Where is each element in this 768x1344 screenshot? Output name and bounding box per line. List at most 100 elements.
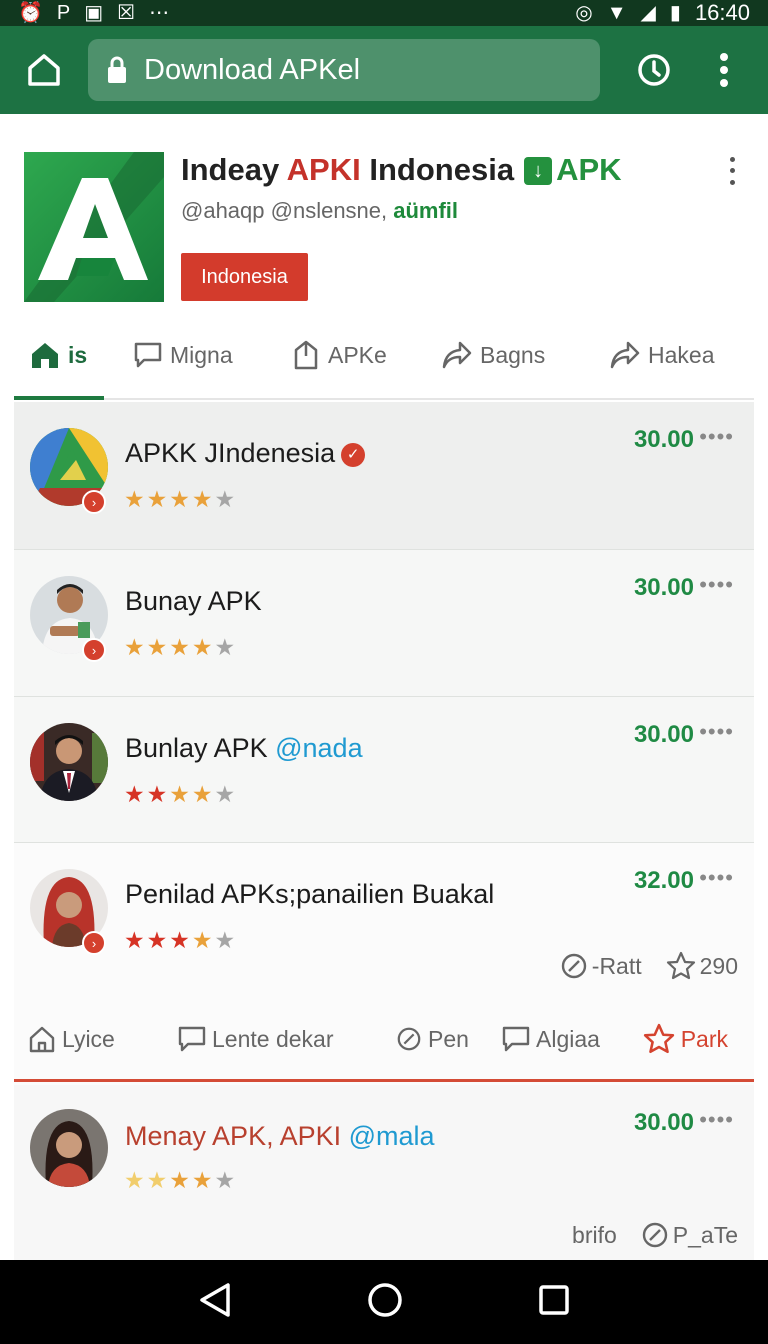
item-actions: Lyice Lente dekar Pen Algiaa Park xyxy=(14,1009,754,1069)
more-horizontal-icon[interactable]: •••• xyxy=(699,719,734,745)
image-icon: ▣ xyxy=(84,2,104,24)
battery-icon: ▮ xyxy=(669,2,681,24)
star-rating: ★★★★★ xyxy=(124,634,238,660)
avatar xyxy=(30,723,108,801)
clock-icon xyxy=(638,54,670,86)
back-icon xyxy=(199,1282,230,1317)
signal-icon: ◢ xyxy=(640,2,656,24)
action-lente-dekar[interactable]: Lente dekar xyxy=(164,1025,382,1053)
app-subtitle: @ahaqp @nslensne, aümfil xyxy=(181,198,459,223)
alarm-clock-icon: ◎ xyxy=(575,2,593,24)
more-horizontal-icon[interactable]: •••• xyxy=(699,424,734,450)
action-pen[interactable]: Pen xyxy=(382,1026,488,1053)
favorite-count[interactable]: 290 xyxy=(666,951,738,981)
star-outline-icon xyxy=(643,1023,674,1054)
app-header: Indeay APKI Indonesia ↓ APK @ahaqp @nslens… xyxy=(24,152,744,304)
more-vertical-icon[interactable] xyxy=(720,154,744,188)
url-bar[interactable]: Download APKel xyxy=(88,39,600,101)
list-item[interactable]: › Bunay APK ★★★★★ 30.00 •••• xyxy=(14,550,754,697)
square-recents-icon xyxy=(539,1284,570,1315)
wifi-icon: ▼ xyxy=(606,2,627,24)
alarm-icon: ⏰ xyxy=(18,2,43,24)
compass-icon xyxy=(642,1222,667,1248)
list-item[interactable]: Bunlay APK @nada ★★★★★ 30.00 •••• xyxy=(14,697,754,843)
home-icon xyxy=(28,54,60,86)
circle-home-icon xyxy=(368,1282,402,1317)
app-title: Indeay APKI Indonesia ↓ APK xyxy=(181,152,622,187)
star-rating: ★★★★★ xyxy=(124,486,238,512)
item-price: 30.00 xyxy=(633,1109,694,1136)
item-price: 32.00 xyxy=(633,867,694,894)
item-title: Bunlay APK @nada xyxy=(125,733,363,763)
recents-button[interactable] xyxy=(538,1284,570,1321)
tab-migna[interactable]: Migna xyxy=(118,312,276,398)
share-icon xyxy=(610,341,640,369)
item-price: 30.00 xyxy=(633,721,694,748)
home-icon xyxy=(29,1026,55,1053)
tab-hakea[interactable]: Hakea xyxy=(594,312,744,398)
item-title: Bunay APK xyxy=(125,586,262,616)
share-icon xyxy=(442,341,472,369)
history-button[interactable] xyxy=(632,48,676,92)
tab-apke[interactable]: APKe xyxy=(276,312,426,398)
star-rating: ★★★★★ xyxy=(124,781,238,807)
tab-bagns[interactable]: Bagns xyxy=(426,312,594,398)
pate-button[interactable]: P_aTe xyxy=(641,1221,738,1249)
app-logo xyxy=(24,152,164,302)
compass-icon xyxy=(397,1027,421,1051)
item-price: 30.00 xyxy=(633,426,694,453)
avatar xyxy=(30,1109,108,1187)
tab-bar: is Migna APKe Bagns Hakea xyxy=(14,312,754,400)
app-list: › APKK JIndenesia ✓ ★★★★★ 30.00 •••• › B… xyxy=(14,402,754,1260)
item-price: 30.00 xyxy=(633,574,694,601)
more-horizontal-icon[interactable]: •••• xyxy=(699,572,734,598)
dots-icon: ⋯ xyxy=(149,2,170,24)
play-badge-icon: › xyxy=(82,638,106,662)
action-algiaa[interactable]: Algiaa xyxy=(488,1025,618,1053)
close-icon: ☒ xyxy=(117,2,136,24)
action-lyice[interactable]: Lyice xyxy=(14,1025,164,1053)
star-rating: ★★★★★ xyxy=(124,927,238,953)
action-park[interactable]: Park xyxy=(629,1023,728,1055)
page-content: Indeay APKI Indonesia ↓ APK @ahaqp @nslens… xyxy=(0,114,768,1260)
verified-icon: ✓ xyxy=(341,443,366,467)
item-title: Menay APK, APKI @mala xyxy=(125,1121,435,1151)
back-button[interactable] xyxy=(198,1282,232,1323)
home-icon xyxy=(32,343,58,368)
home-nav-button[interactable] xyxy=(367,1282,403,1323)
browser-toolbar: Download APKel xyxy=(0,26,768,114)
list-item[interactable]: › APKK JIndenesia ✓ ★★★★★ 30.00 •••• xyxy=(14,402,754,550)
star-outline-icon xyxy=(666,951,695,980)
item-title: APKK JIndenesia ✓ xyxy=(125,438,366,469)
menu-button[interactable] xyxy=(702,48,746,92)
home-button[interactable] xyxy=(22,48,66,92)
rate-button[interactable]: -Ratt xyxy=(560,952,642,980)
compass-icon xyxy=(561,953,586,979)
info-link[interactable]: brifo xyxy=(572,1222,617,1249)
section-divider xyxy=(14,1079,754,1082)
country-button[interactable]: Indonesia xyxy=(181,253,308,301)
clock-time: 16:40 xyxy=(694,0,750,25)
lock-icon xyxy=(108,56,126,83)
download-check-icon: ↓ xyxy=(524,157,553,185)
item-meta: brifo P_aTe xyxy=(572,1221,738,1249)
url-text: Download APKel xyxy=(144,53,361,86)
list-item[interactable]: › Penilad APKs;panailien Buakal ★★★★★ 32… xyxy=(14,843,754,1085)
comment-icon xyxy=(134,342,162,368)
comment-icon xyxy=(178,1026,206,1052)
system-nav-bar xyxy=(0,1260,768,1344)
tag-icon xyxy=(294,340,318,370)
item-meta: -Ratt 290 xyxy=(560,951,738,981)
list-item[interactable]: Menay APK, APKI @mala ★★★★★ 30.00 •••• b… xyxy=(14,1085,754,1260)
tab-home[interactable]: is xyxy=(14,312,118,400)
play-badge-icon: › xyxy=(82,931,106,955)
play-badge-icon: › xyxy=(82,490,106,514)
comment-icon xyxy=(502,1026,530,1052)
more-horizontal-icon[interactable]: •••• xyxy=(699,1107,734,1133)
star-rating: ★★★★★ xyxy=(124,1167,238,1193)
item-title: Penilad APKs;panailien Buakal xyxy=(125,879,495,909)
p-icon: P xyxy=(56,2,71,24)
more-horizontal-icon[interactable]: •••• xyxy=(699,865,734,891)
more-vertical-icon xyxy=(720,53,728,87)
status-bar: ⏰ P ▣ ☒ ⋯ ◎ ▼ ◢ ▮ 16:40 xyxy=(0,0,768,26)
